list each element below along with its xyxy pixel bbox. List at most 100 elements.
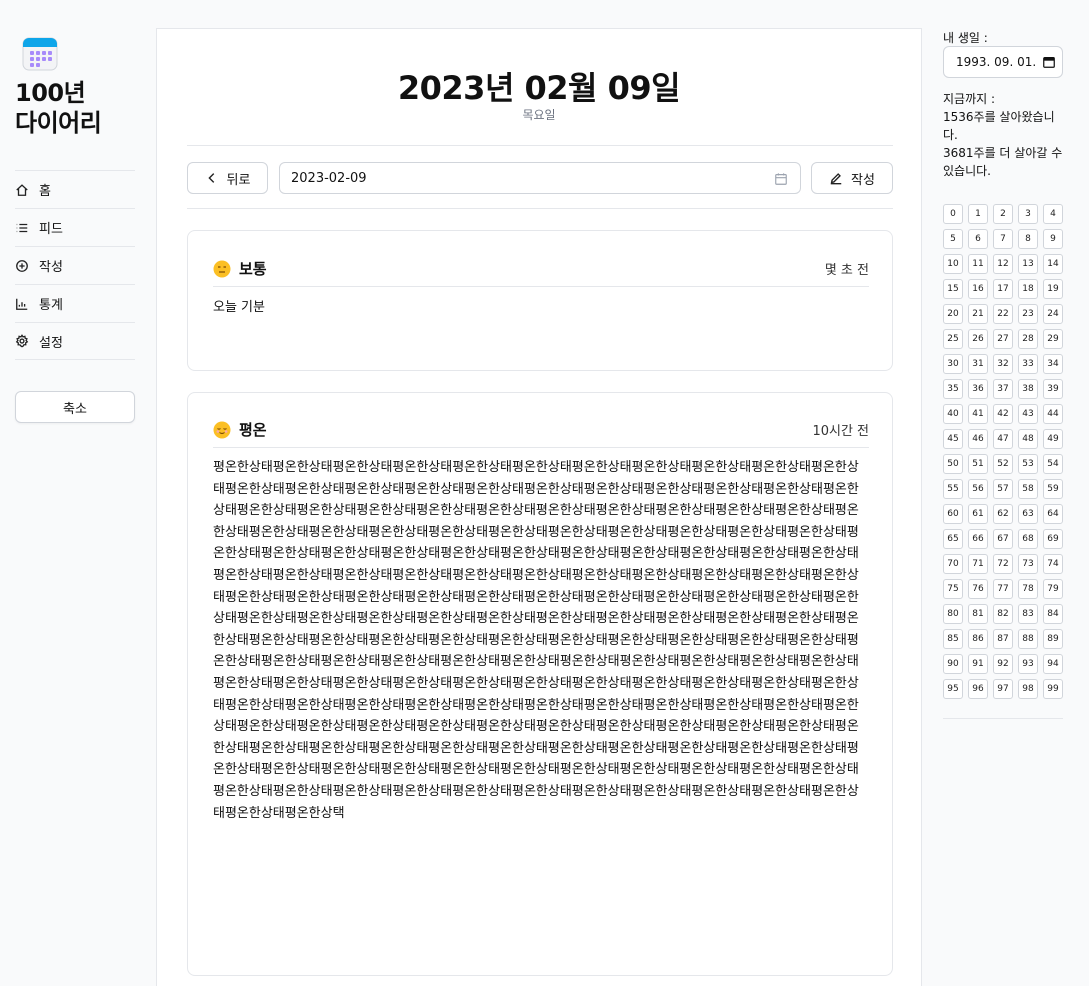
year-cell[interactable]: 43: [1018, 404, 1038, 424]
year-cell[interactable]: 52: [993, 454, 1013, 474]
year-cell[interactable]: 70: [943, 554, 963, 574]
year-cell[interactable]: 99: [1043, 679, 1063, 699]
year-cell[interactable]: 59: [1043, 479, 1063, 499]
year-cell[interactable]: 69: [1043, 529, 1063, 549]
year-cell[interactable]: 62: [993, 504, 1013, 524]
year-cell[interactable]: 33: [1018, 354, 1038, 374]
year-cell[interactable]: 68: [1018, 529, 1038, 549]
year-cell[interactable]: 63: [1018, 504, 1038, 524]
year-cell[interactable]: 20: [943, 304, 963, 324]
birthday-input[interactable]: 1993. 09. 01.: [943, 46, 1063, 78]
year-cell[interactable]: 55: [943, 479, 963, 499]
year-cell[interactable]: 74: [1043, 554, 1063, 574]
year-cell[interactable]: 2: [993, 204, 1013, 224]
year-cell[interactable]: 42: [993, 404, 1013, 424]
year-cell[interactable]: 46: [968, 429, 988, 449]
year-cell[interactable]: 75: [943, 579, 963, 599]
year-cell[interactable]: 94: [1043, 654, 1063, 674]
year-cell[interactable]: 15: [943, 279, 963, 299]
year-cell[interactable]: 4: [1043, 204, 1063, 224]
year-cell[interactable]: 40: [943, 404, 963, 424]
year-cell[interactable]: 77: [993, 579, 1013, 599]
year-cell[interactable]: 76: [968, 579, 988, 599]
year-cell[interactable]: 58: [1018, 479, 1038, 499]
year-cell[interactable]: 14: [1043, 254, 1063, 274]
year-cell[interactable]: 22: [993, 304, 1013, 324]
sidebar-item-write[interactable]: 작성: [15, 246, 135, 284]
year-cell[interactable]: 47: [993, 429, 1013, 449]
calendar-icon[interactable]: [774, 172, 788, 186]
year-cell[interactable]: 28: [1018, 329, 1038, 349]
year-cell[interactable]: 34: [1043, 354, 1063, 374]
date-picker-input[interactable]: 2023-02-09: [279, 162, 801, 194]
back-button[interactable]: 뒤로: [187, 162, 268, 194]
year-cell[interactable]: 5: [943, 229, 963, 249]
year-cell[interactable]: 93: [1018, 654, 1038, 674]
year-cell[interactable]: 0: [943, 204, 963, 224]
diary-entry-card[interactable]: 평온 10시간 전 평온한상태평온한상태평온한상태평온한상태평온한상태평온한상태…: [187, 392, 893, 976]
year-cell[interactable]: 21: [968, 304, 988, 324]
year-cell[interactable]: 18: [1018, 279, 1038, 299]
year-cell[interactable]: 31: [968, 354, 988, 374]
year-cell[interactable]: 50: [943, 454, 963, 474]
year-cell[interactable]: 71: [968, 554, 988, 574]
year-cell[interactable]: 25: [943, 329, 963, 349]
year-cell[interactable]: 17: [993, 279, 1013, 299]
year-cell[interactable]: 72: [993, 554, 1013, 574]
calendar-app-icon[interactable]: [22, 36, 58, 72]
year-cell[interactable]: 13: [1018, 254, 1038, 274]
year-cell[interactable]: 37: [993, 379, 1013, 399]
year-cell[interactable]: 83: [1018, 604, 1038, 624]
year-cell[interactable]: 90: [943, 654, 963, 674]
year-cell[interactable]: 24: [1043, 304, 1063, 324]
year-cell[interactable]: 48: [1018, 429, 1038, 449]
year-cell[interactable]: 64: [1043, 504, 1063, 524]
year-cell[interactable]: 38: [1018, 379, 1038, 399]
year-cell[interactable]: 19: [1043, 279, 1063, 299]
write-button[interactable]: 작성: [811, 162, 893, 194]
year-cell[interactable]: 12: [993, 254, 1013, 274]
year-cell[interactable]: 78: [1018, 579, 1038, 599]
sidebar-item-feed[interactable]: 피드: [15, 208, 135, 246]
year-cell[interactable]: 7: [993, 229, 1013, 249]
year-cell[interactable]: 51: [968, 454, 988, 474]
year-cell[interactable]: 16: [968, 279, 988, 299]
year-cell[interactable]: 96: [968, 679, 988, 699]
year-cell[interactable]: 81: [968, 604, 988, 624]
year-cell[interactable]: 11: [968, 254, 988, 274]
year-cell[interactable]: 27: [993, 329, 1013, 349]
year-cell[interactable]: 88: [1018, 629, 1038, 649]
year-cell[interactable]: 79: [1043, 579, 1063, 599]
year-cell[interactable]: 39: [1043, 379, 1063, 399]
year-cell[interactable]: 35: [943, 379, 963, 399]
collapse-button[interactable]: 축소: [15, 391, 135, 423]
year-cell[interactable]: 86: [968, 629, 988, 649]
year-cell[interactable]: 45: [943, 429, 963, 449]
year-cell[interactable]: 49: [1043, 429, 1063, 449]
year-cell[interactable]: 80: [943, 604, 963, 624]
diary-entry-card[interactable]: 보통 몇 초 전 오늘 기분: [187, 230, 893, 371]
year-cell[interactable]: 98: [1018, 679, 1038, 699]
sidebar-item-home[interactable]: 홈: [15, 170, 135, 208]
year-cell[interactable]: 84: [1043, 604, 1063, 624]
year-cell[interactable]: 95: [943, 679, 963, 699]
year-cell[interactable]: 36: [968, 379, 988, 399]
year-cell[interactable]: 60: [943, 504, 963, 524]
year-cell[interactable]: 56: [968, 479, 988, 499]
year-cell[interactable]: 87: [993, 629, 1013, 649]
year-cell[interactable]: 57: [993, 479, 1013, 499]
year-cell[interactable]: 6: [968, 229, 988, 249]
year-cell[interactable]: 8: [1018, 229, 1038, 249]
year-cell[interactable]: 92: [993, 654, 1013, 674]
year-cell[interactable]: 91: [968, 654, 988, 674]
year-cell[interactable]: 73: [1018, 554, 1038, 574]
year-cell[interactable]: 30: [943, 354, 963, 374]
year-cell[interactable]: 44: [1043, 404, 1063, 424]
year-cell[interactable]: 54: [1043, 454, 1063, 474]
sidebar-item-stats[interactable]: 통계: [15, 284, 135, 322]
year-cell[interactable]: 1: [968, 204, 988, 224]
year-cell[interactable]: 85: [943, 629, 963, 649]
year-cell[interactable]: 9: [1043, 229, 1063, 249]
year-cell[interactable]: 41: [968, 404, 988, 424]
year-cell[interactable]: 66: [968, 529, 988, 549]
